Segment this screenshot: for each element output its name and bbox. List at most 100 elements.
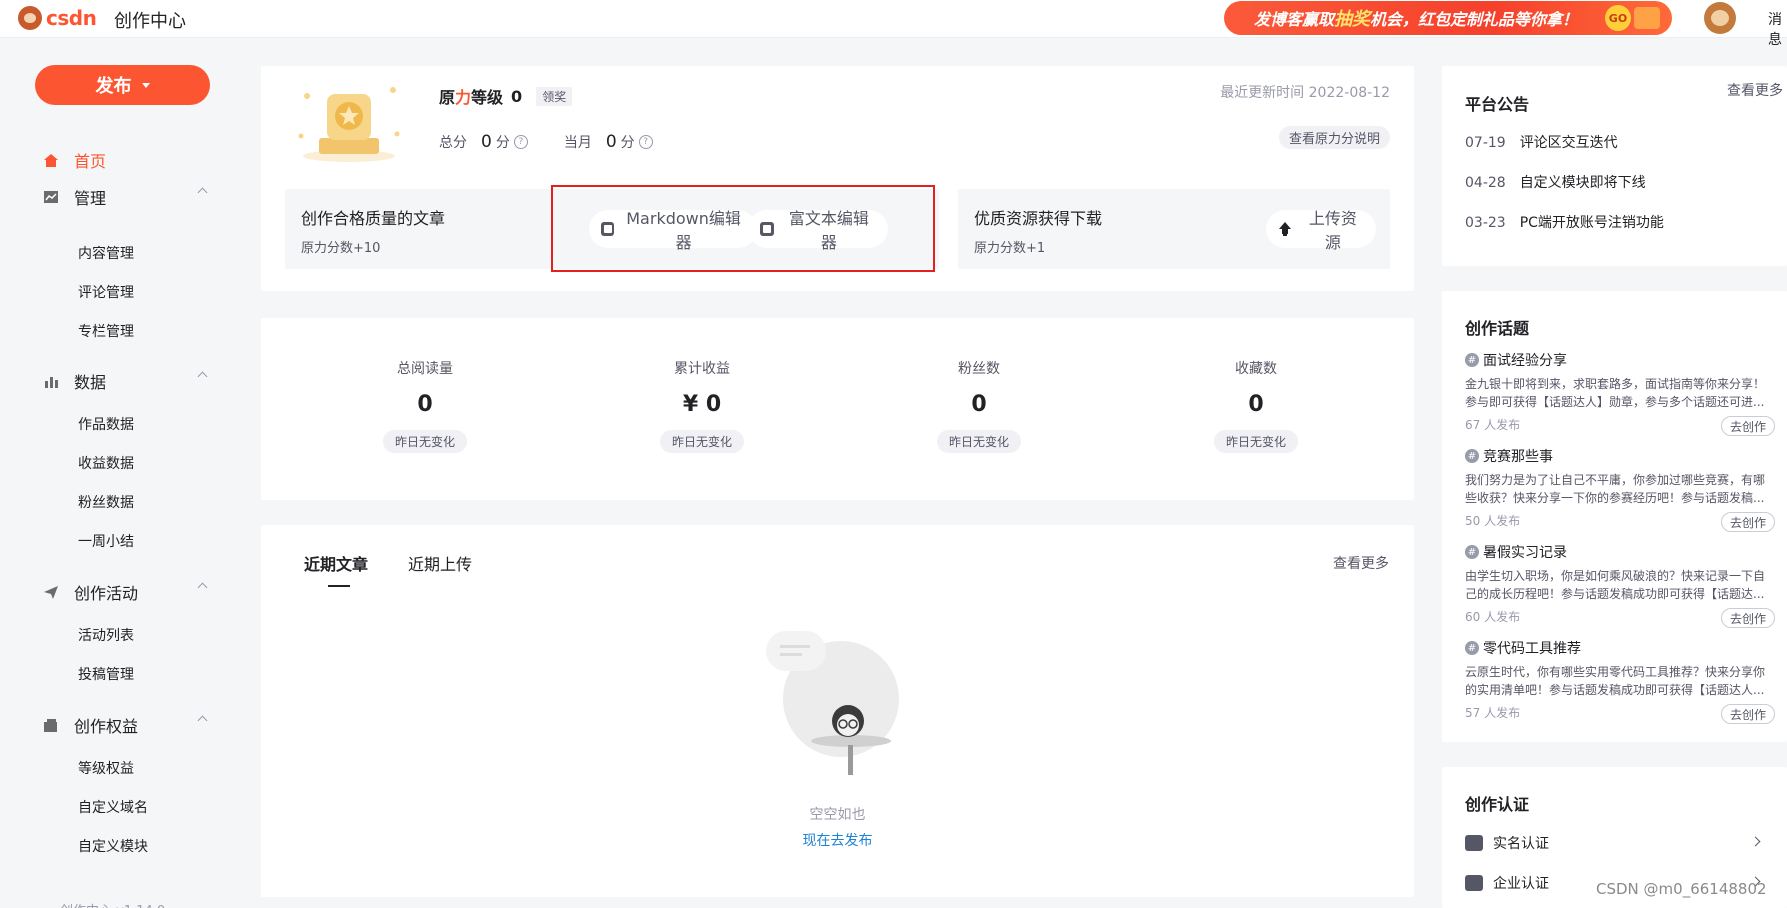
sidebar-item-income-data[interactable]: 收益数据 xyxy=(78,453,134,473)
notice-date: 04-28 xyxy=(1465,175,1506,191)
topic-name[interactable]: # 暑假实习记录 xyxy=(1465,542,1775,562)
notice-text: 自定义模块即将下线 xyxy=(1519,175,1646,191)
go-create-button[interactable]: 去创作 xyxy=(1720,704,1775,724)
sidebar-item-label: 首页 xyxy=(74,152,107,171)
stat-total-reads: 总阅读量 0 昨日无变化 xyxy=(355,358,495,453)
topics-title: 创作话题 xyxy=(1465,319,1530,338)
go-create-button[interactable]: 去创作 xyxy=(1720,608,1775,628)
csdn-logo[interactable]: csdn xyxy=(18,6,97,30)
upload-icon xyxy=(1278,222,1292,236)
title-part-highlight: 力 xyxy=(455,88,472,107)
stat-label: 总阅读量 xyxy=(397,361,453,377)
sidebar-item-fans-data[interactable]: 粉丝数据 xyxy=(78,492,134,512)
sidebar-item-home[interactable]: 首页 xyxy=(44,148,106,172)
sidebar-item-custom-domain[interactable]: 自定义域名 xyxy=(78,797,148,817)
topic-name-text: 暑假实习记录 xyxy=(1483,545,1567,561)
notice-date: 07-19 xyxy=(1465,135,1506,151)
sidebar-group-manage[interactable]: 管理 xyxy=(44,185,208,209)
sidebar-item-submissions[interactable]: 投稿管理 xyxy=(78,664,134,684)
user-avatar[interactable] xyxy=(1704,2,1736,34)
publish-now-link[interactable]: 现在去发布 xyxy=(261,830,1414,850)
stat-favorites: 收藏数 0 昨日无变化 xyxy=(1186,358,1326,453)
power-level-title: 原力等级 0 领奖 xyxy=(439,84,573,108)
recent-card: 近期文章 近期上传 查看更多 空空如也 现在去发布 xyxy=(261,525,1414,897)
stat-label: 收藏数 xyxy=(1235,361,1277,377)
notice-date: 03-23 xyxy=(1465,215,1506,231)
stat-change-tag: 昨日无变化 xyxy=(936,430,1021,453)
topic-count: 60 人发布 xyxy=(1465,610,1521,624)
sidebar-group-label: 管理 xyxy=(74,189,107,208)
cert-title: 创作认证 xyxy=(1465,795,1530,814)
go-create-button[interactable]: 去创作 xyxy=(1720,416,1775,436)
topic-name-text: 竞赛那些事 xyxy=(1483,449,1553,465)
banner-text-pre: 发博客赢取 xyxy=(1254,10,1335,29)
upload-resource-button[interactable]: 上传资源 xyxy=(1266,209,1376,252)
stat-value: ¥ 0 xyxy=(682,392,722,417)
sidebar-group-label: 创作权益 xyxy=(74,717,139,736)
building-icon xyxy=(1465,875,1483,891)
topic-count: 50 人发布 xyxy=(1465,514,1521,528)
editor-highlight-box xyxy=(551,185,935,272)
publish-button[interactable]: 发布 xyxy=(35,65,210,105)
sidebar-group-activities[interactable]: 创作活动 xyxy=(44,580,208,604)
logo-text: csdn xyxy=(46,6,97,30)
sidebar-item-activity-list[interactable]: 活动列表 xyxy=(78,625,134,645)
publish-label: 发布 xyxy=(95,76,132,97)
topic-name[interactable]: # 竞赛那些事 xyxy=(1465,446,1775,466)
platform-notice-card: 平台公告 查看更多 07-19 评论区交互迭代 04-28 自定义模块即将下线 03… xyxy=(1442,66,1787,266)
watermark: CSDN @m0_66148802 xyxy=(1596,880,1767,898)
topic-count: 57 人发布 xyxy=(1465,706,1521,720)
topic-item: # 暑假实习记录 由学生切入职场，你是如何乘风破浪的？快来记录一下自己的成长历程吧… xyxy=(1465,542,1775,628)
task-reward: 原力分数+10 xyxy=(301,241,381,256)
stat-change-tag: 昨日无变化 xyxy=(382,430,467,453)
banner-text-highlight: 抽奖 xyxy=(1334,9,1371,30)
go-create-button[interactable]: 去创作 xyxy=(1720,512,1775,532)
help-icon[interactable]: ? xyxy=(638,135,653,149)
recent-see-more-link[interactable]: 查看更多 xyxy=(1333,553,1389,573)
sidebar-item-custom-module[interactable]: 自定义模块 xyxy=(78,836,148,856)
chevron-up-icon xyxy=(197,582,208,593)
csdn-mascot-icon xyxy=(18,6,42,30)
claim-reward-button[interactable]: 领奖 xyxy=(536,86,573,106)
notice-item[interactable]: 04-28 自定义模块即将下线 xyxy=(1465,172,1646,192)
task-reward: 原力分数+1 xyxy=(974,241,1046,256)
user-group-icon xyxy=(1465,835,1483,851)
topic-footer: 60 人发布 去创作 xyxy=(1465,608,1775,628)
sidebar-item-level-benefits[interactable]: 等级权益 xyxy=(78,758,134,778)
notice-item[interactable]: 07-19 评论区交互迭代 xyxy=(1465,132,1618,152)
topic-item: # 面试经验分享 金九银十即将到来，求职套路多，面试指南等你来分享！参与即可获得【… xyxy=(1465,350,1775,436)
notice-item[interactable]: 03-23 PC端开放账号注销功能 xyxy=(1465,212,1664,232)
topic-description: 我们努力是为了让自己不平庸，你参加过哪些竞赛，有哪些收获？快来分享一下你的参赛经… xyxy=(1465,473,1766,505)
notice-title: 平台公告 xyxy=(1465,95,1530,114)
sidebar-item-works-data[interactable]: 作品数据 xyxy=(78,414,134,434)
sidebar-item-weekly-summary[interactable]: 一周小结 xyxy=(78,531,134,551)
stat-value: 0 xyxy=(971,392,987,417)
stat-value: 0 xyxy=(417,392,433,417)
stat-total-income: 累计收益 ¥ 0 昨日无变化 xyxy=(632,358,772,453)
help-icon[interactable]: ? xyxy=(513,135,528,149)
stat-label: 累计收益 xyxy=(674,361,730,377)
banner-go-badge: GO xyxy=(1605,5,1631,31)
total-score-unit: 分 xyxy=(495,135,510,151)
topic-footer: 50 人发布 去创作 xyxy=(1465,512,1775,532)
sidebar-group-label: 数据 xyxy=(74,373,107,392)
promo-banner[interactable]: 发博客赢取 抽奖 机会，红包定制礼品等你拿！ GO xyxy=(1224,1,1672,35)
sidebar-item-columns[interactable]: 专栏管理 xyxy=(78,321,134,341)
topic-name[interactable]: # 零代码工具推荐 xyxy=(1465,638,1775,658)
sidebar-group-data[interactable]: 数据 xyxy=(44,369,208,393)
paper-plane-icon xyxy=(44,585,58,599)
cert-real-name[interactable]: 实名认证 xyxy=(1465,833,1765,853)
sidebar-item-content[interactable]: 内容管理 xyxy=(78,243,134,263)
power-explain-button[interactable]: 查看原力分说明 xyxy=(1278,126,1390,149)
notice-see-more-link[interactable]: 查看更多 xyxy=(1727,80,1783,100)
total-score-label: 总分 xyxy=(439,135,467,151)
messages-link[interactable]: 消息 xyxy=(1768,9,1787,49)
sidebar-item-comments[interactable]: 评论管理 xyxy=(78,282,134,302)
tab-recent-articles[interactable]: 近期文章 xyxy=(304,551,368,575)
sidebar-group-benefits[interactable]: 创作权益 xyxy=(44,713,208,737)
tab-recent-uploads[interactable]: 近期上传 xyxy=(408,551,472,575)
caret-down-icon xyxy=(141,82,150,88)
topic-name[interactable]: # 面试经验分享 xyxy=(1465,350,1775,370)
month-score-label: 当月 xyxy=(563,135,592,151)
top-bar: csdn 创作中心 发博客赢取 抽奖 机会，红包定制礼品等你拿！ GO 消息 xyxy=(0,0,1787,48)
